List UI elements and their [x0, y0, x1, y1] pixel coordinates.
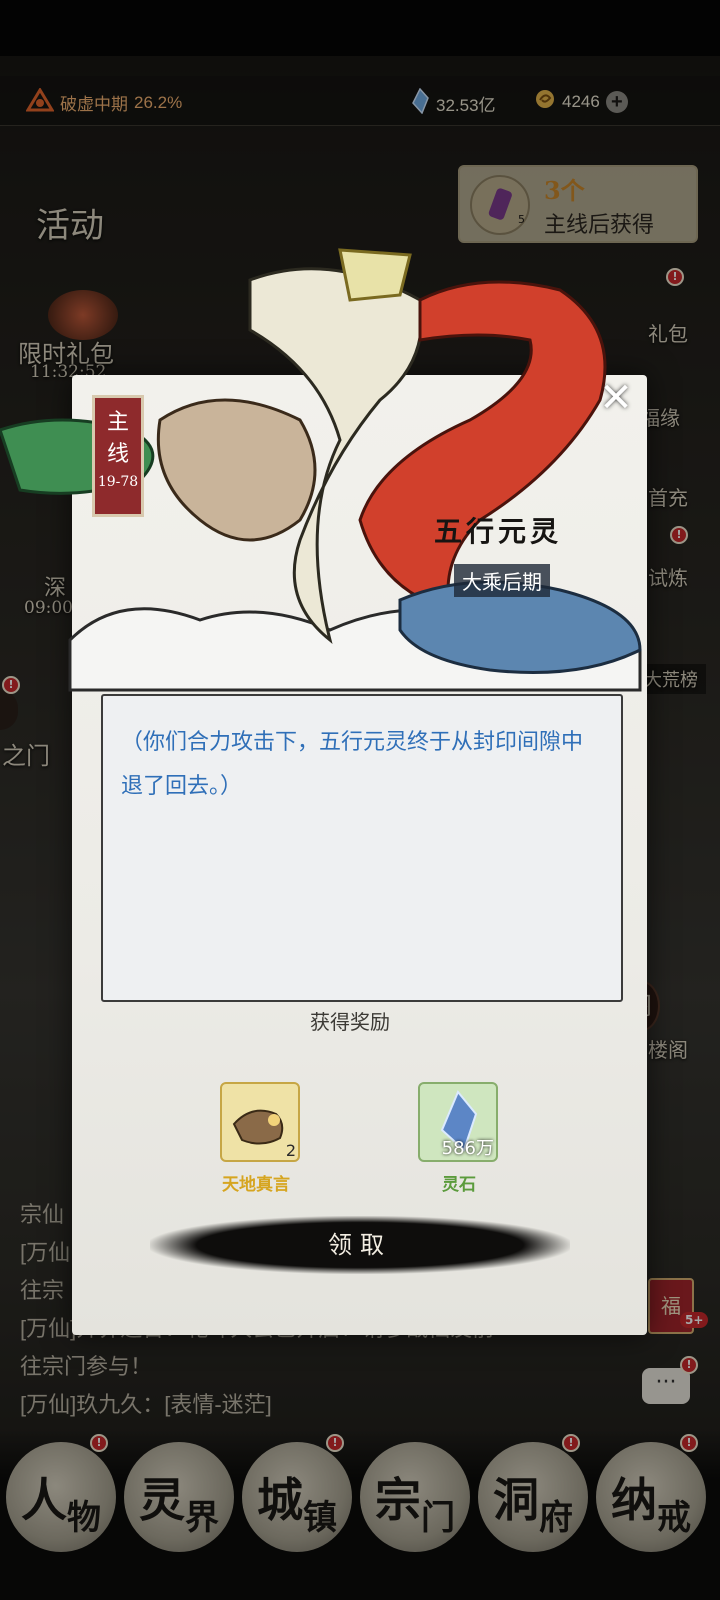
- reward-title: 获得奖励: [310, 1012, 390, 1034]
- reward-item[interactable]: 2: [220, 1082, 300, 1162]
- quest-tag-line1: 主: [106, 410, 129, 435]
- quest-tag-line2: 线: [106, 442, 129, 467]
- boss-level: 大乘后期: [454, 564, 550, 597]
- dialog-box: （你们合力攻击下，五行元灵终于从封印间隙中退了回去。）: [101, 694, 623, 1002]
- quest-tag-range: 19-78: [97, 474, 139, 490]
- quest-tag: 主 线 19-78: [92, 395, 144, 517]
- reward-qty: 2: [285, 1141, 296, 1160]
- boss-name: 五行元灵: [434, 515, 563, 548]
- reward-item[interactable]: 586万: [418, 1082, 498, 1162]
- reward-name: 天地真言: [222, 1175, 290, 1194]
- claim-button[interactable]: 领取: [150, 1216, 570, 1274]
- reward-name: 灵石: [442, 1175, 476, 1194]
- close-icon[interactable]: ✕: [596, 378, 636, 420]
- reward-qty: 586万: [441, 1138, 494, 1159]
